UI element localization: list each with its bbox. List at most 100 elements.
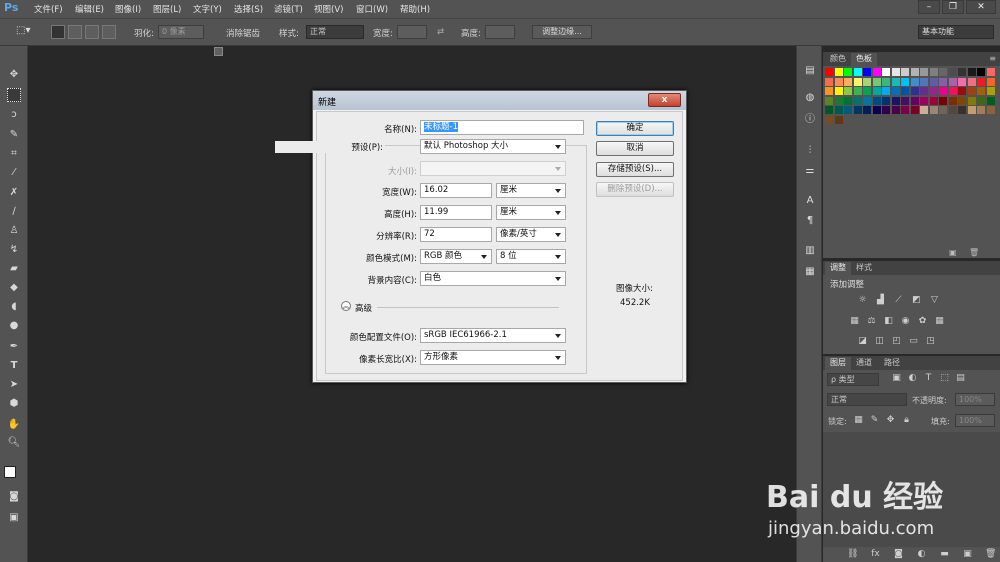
layer-comps-icon[interactable]: ▥: [803, 244, 817, 258]
tab-channels[interactable]: 通道: [851, 357, 877, 370]
advanced-toggle-icon[interactable]: ︽: [341, 301, 351, 311]
color-swatch[interactable]: [977, 106, 985, 114]
posterize-icon[interactable]: ◫: [874, 336, 885, 346]
tab-swatches[interactable]: 色板: [851, 53, 877, 66]
color-swatch[interactable]: [920, 87, 928, 95]
intersect-selection-icon[interactable]: [102, 25, 116, 39]
width-unit-select[interactable]: 厘米: [496, 183, 566, 198]
swap-icon[interactable]: ⇄: [437, 27, 444, 37]
paragraph-panel-icon[interactable]: ¶: [803, 214, 817, 228]
color-swatch[interactable]: [986, 96, 995, 105]
color-swatch[interactable]: [977, 77, 985, 86]
menu-type[interactable]: 文字(Y): [193, 3, 222, 15]
color-swatch[interactable]: [834, 77, 843, 86]
lasso-tool-icon[interactable]: ↄ: [7, 108, 21, 122]
color-swatch[interactable]: [901, 106, 909, 114]
save-preset-button[interactable]: 存储预设(S)...: [596, 162, 674, 177]
color-swatch[interactable]: [910, 106, 919, 114]
bit-depth-select[interactable]: 8 位: [496, 249, 566, 264]
type-tool-icon[interactable]: T: [7, 359, 21, 373]
blur-tool-icon[interactable]: ◖: [7, 300, 21, 314]
tab-styles[interactable]: 样式: [851, 262, 877, 275]
path-selection-tool-icon[interactable]: ➤: [7, 378, 21, 392]
info-panel-icon[interactable]: ⓘ: [803, 113, 817, 127]
vibrance-icon[interactable]: ▽: [929, 295, 940, 305]
color-swatch[interactable]: [834, 106, 843, 114]
color-balance-icon[interactable]: ⚖: [866, 316, 877, 326]
curves-icon[interactable]: ⟋: [893, 295, 904, 305]
color-swatch[interactable]: [920, 96, 928, 105]
color-swatch[interactable]: [834, 87, 843, 95]
new-group-icon[interactable]: ▬: [939, 549, 950, 559]
swatch-grid[interactable]: [825, 68, 997, 132]
color-swatch[interactable]: [844, 87, 852, 95]
tab-layers[interactable]: 图层: [825, 357, 851, 370]
layer-filter-select[interactable]: ρ 类型: [827, 373, 879, 386]
threshold-icon[interactable]: ◰: [891, 336, 902, 346]
eraser-tool-icon[interactable]: ▰: [7, 262, 21, 276]
opacity-input[interactable]: 100%: [955, 393, 995, 406]
blend-mode-select[interactable]: 正常: [827, 393, 907, 406]
color-swatch[interactable]: [901, 96, 909, 105]
actions-panel-icon[interactable]: ◍: [803, 91, 817, 105]
color-swatch[interactable]: [872, 77, 881, 86]
menu-help[interactable]: 帮助(H): [400, 3, 430, 15]
quick-select-tool-icon[interactable]: ✎: [7, 128, 21, 142]
restore-button[interactable]: ❐: [942, 0, 964, 14]
color-swatch[interactable]: [882, 96, 890, 105]
color-swatch[interactable]: [825, 87, 833, 95]
color-swatch[interactable]: [967, 68, 976, 76]
lock-transparent-icon[interactable]: ▦: [853, 415, 864, 425]
color-lookup-icon[interactable]: ▦: [934, 316, 945, 326]
exposure-icon[interactable]: ◩: [911, 295, 922, 305]
ok-button[interactable]: 确定: [596, 121, 674, 136]
crop-tool-icon[interactable]: ⌗: [7, 147, 21, 161]
color-swatch[interactable]: [977, 68, 985, 76]
color-swatch[interactable]: [834, 96, 843, 105]
delete-preset-button[interactable]: 删除预设(D)...: [596, 182, 674, 197]
color-swatch[interactable]: [929, 87, 938, 95]
color-swatch[interactable]: [939, 96, 947, 105]
zoom-tool-icon[interactable]: 🔍︎: [7, 436, 21, 450]
color-swatch[interactable]: [948, 106, 957, 114]
color-mode-select[interactable]: RGB 颜色: [420, 249, 492, 264]
width-input[interactable]: [397, 25, 427, 39]
lock-all-icon[interactable]: 🔒︎: [901, 415, 912, 425]
notes-panel-icon[interactable]: ▦: [803, 265, 817, 279]
color-swatch[interactable]: [948, 77, 957, 86]
color-swatch[interactable]: [853, 68, 862, 76]
tab-color[interactable]: 颜色: [825, 53, 851, 66]
color-swatch[interactable]: [986, 77, 995, 86]
workspace-select[interactable]: 基本功能: [918, 25, 994, 39]
color-swatch[interactable]: [891, 68, 900, 76]
menu-layer[interactable]: 图层(L): [153, 3, 181, 15]
color-swatch[interactable]: [825, 96, 833, 105]
color-swatch[interactable]: [986, 68, 995, 76]
dodge-tool-icon[interactable]: ●: [7, 319, 21, 333]
menu-select[interactable]: 选择(S): [234, 3, 263, 15]
height-unit-select[interactable]: 厘米: [496, 205, 566, 220]
color-swatch[interactable]: [948, 96, 957, 105]
color-swatch[interactable]: [825, 115, 833, 124]
color-swatch[interactable]: [863, 87, 871, 95]
hue-saturation-icon[interactable]: ▦: [849, 316, 860, 326]
color-swatch[interactable]: [929, 77, 938, 86]
lock-pixels-icon[interactable]: ✎: [869, 415, 880, 425]
color-swatch[interactable]: [967, 96, 976, 105]
selective-color-icon[interactable]: ◳: [925, 336, 936, 346]
color-swatch[interactable]: [872, 68, 881, 76]
color-swatch[interactable]: [910, 87, 919, 95]
color-swatch[interactable]: [986, 87, 995, 95]
background-select[interactable]: 白色: [420, 271, 566, 286]
color-swatch[interactable]: [929, 96, 938, 105]
color-swatch[interactable]: [939, 68, 947, 76]
color-swatch[interactable]: [901, 68, 909, 76]
shape-filter-icon[interactable]: ⬚: [939, 373, 950, 383]
levels-icon[interactable]: ▟: [875, 295, 886, 305]
size-select[interactable]: [420, 161, 566, 176]
color-swatch[interactable]: [872, 87, 881, 95]
channel-mixer-icon[interactable]: ✿: [917, 316, 928, 326]
color-swatch[interactable]: [872, 96, 881, 105]
link-layers-icon[interactable]: ⛓: [847, 549, 858, 559]
feather-input[interactable]: 0 像素: [158, 25, 204, 39]
